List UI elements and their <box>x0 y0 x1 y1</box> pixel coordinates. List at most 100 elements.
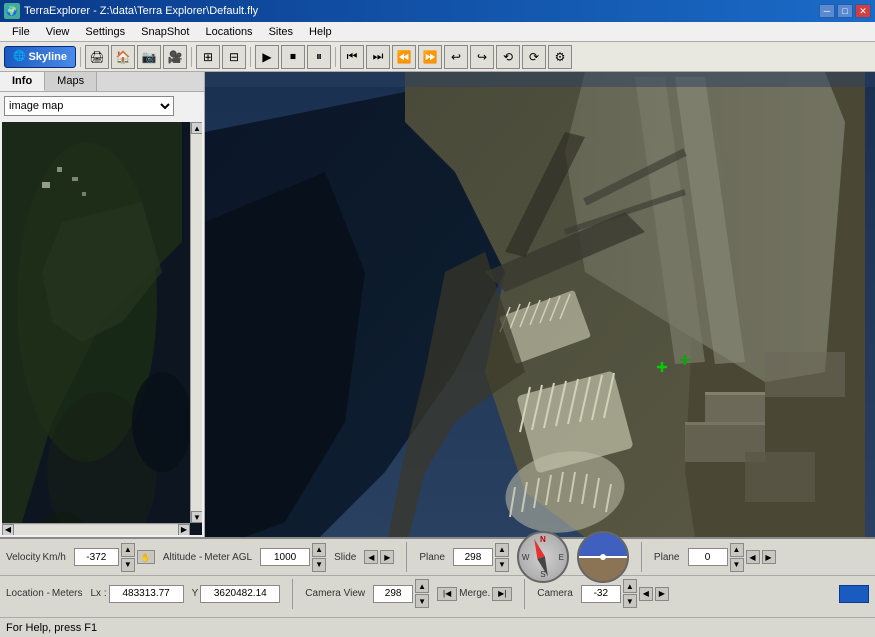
map-type-select[interactable]: image map topographic street map <box>4 96 174 116</box>
scroll-down-button[interactable]: ▼ <box>191 511 202 523</box>
slide-right[interactable]: ▶ <box>380 550 394 564</box>
location-unit: Meters <box>52 588 83 599</box>
toolbar-separator-3 <box>250 47 251 67</box>
velocity-up[interactable]: ▲ <box>121 543 135 557</box>
toolbar-separator-4 <box>335 47 336 67</box>
play-button[interactable]: ▶ <box>255 45 279 69</box>
camera-input[interactable] <box>581 585 621 603</box>
nav-btn-5[interactable]: ↩ <box>444 45 468 69</box>
y-group: Y <box>192 585 281 603</box>
plane2-up[interactable]: ▲ <box>730 543 744 557</box>
lx-input[interactable] <box>109 585 184 603</box>
camera-up[interactable]: ▲ <box>623 579 637 593</box>
plane2-extra2[interactable]: ▶ <box>762 550 776 564</box>
velocity-down[interactable]: ▼ <box>121 558 135 572</box>
menubar-item-file[interactable]: File <box>4 25 38 39</box>
tabs-row: Info Maps <box>0 72 204 92</box>
maximize-button[interactable]: □ <box>837 4 853 18</box>
square-btn-2[interactable]: ⊟ <box>222 45 246 69</box>
camera-view-down[interactable]: ▼ <box>415 594 429 608</box>
plane1-up[interactable]: ▲ <box>495 543 509 557</box>
plane2-input[interactable] <box>688 548 728 566</box>
merge-label: Merge. <box>459 588 490 599</box>
camera-button[interactable]: 📷 <box>137 45 161 69</box>
skyline-button[interactable]: 🌐 Skyline <box>4 46 76 68</box>
nav-btn-7[interactable]: ⟲ <box>496 45 520 69</box>
camera-view-spinners: ▲ ▼ <box>415 579 429 608</box>
plane2-extra1[interactable]: ◀ <box>746 550 760 564</box>
camera-group: Camera <box>537 588 573 599</box>
nav-btn-2[interactable]: ⏭ <box>366 45 390 69</box>
camera-view-label: Camera View <box>305 588 365 599</box>
minimize-button[interactable]: ─ <box>819 4 835 18</box>
left-panel: Info Maps image map topographic street m… <box>0 72 205 537</box>
location-group: Location - Meters <box>6 588 82 599</box>
controls-row1: Velocity Km/h ▲ ▼ ✋ Altitude - Meter AGL… <box>0 539 875 575</box>
plane2-label: Plane <box>654 552 680 563</box>
skyline-label: Skyline <box>28 51 67 63</box>
scroll-up-button[interactable]: ▲ <box>191 122 202 134</box>
video-button[interactable]: 🎥 <box>163 45 187 69</box>
velocity-label: Velocity <box>6 552 40 563</box>
lx-label: Lx : <box>90 588 106 599</box>
menubar-item-locations[interactable]: Locations <box>197 25 260 39</box>
tab-info[interactable]: Info <box>0 72 45 91</box>
plane1-spinners: ▲ ▼ <box>495 543 509 572</box>
app-icon: 🌍 <box>4 3 20 19</box>
camera-view-input[interactable] <box>373 585 413 603</box>
nav-btn-4[interactable]: ⏩ <box>418 45 442 69</box>
3d-viewport[interactable] <box>205 72 875 537</box>
plane2-spinners: ▲ ▼ <box>730 543 744 572</box>
stop-button[interactable]: ⏹ <box>281 45 305 69</box>
menubar-item-help[interactable]: Help <box>301 25 340 39</box>
menubar-item-settings[interactable]: Settings <box>77 25 133 39</box>
scroll-right-button[interactable]: ▶ <box>178 524 190 536</box>
merge-left[interactable]: |◀ <box>437 587 457 601</box>
altitude-down[interactable]: ▼ <box>312 558 326 572</box>
nav-btn-3[interactable]: ⏪ <box>392 45 416 69</box>
camera-down[interactable]: ▼ <box>623 594 637 608</box>
location-label: Location - <box>6 588 50 599</box>
y-input[interactable] <box>200 585 280 603</box>
camera-extra1[interactable]: ◀ <box>639 587 653 601</box>
nav-btn-6[interactable]: ↪ <box>470 45 494 69</box>
merge-right[interactable]: ▶| <box>492 587 512 601</box>
map-preview: ▲ ▼ ◀ ▶ <box>2 122 202 535</box>
altitude-up[interactable]: ▲ <box>312 543 326 557</box>
altitude-spinners: ▲ ▼ <box>312 543 326 572</box>
pause-button[interactable]: ⏸ <box>307 45 331 69</box>
plane1-input[interactable] <box>453 548 493 566</box>
altitude-input[interactable] <box>260 548 310 566</box>
map-scrollbar-vertical[interactable]: ▲ ▼ <box>190 122 202 523</box>
velocity-input[interactable] <box>74 548 119 566</box>
plane2-down[interactable]: ▼ <box>730 558 744 572</box>
nav-btn-8[interactable]: ⟳ <box>522 45 546 69</box>
square-btn-1[interactable]: ⊞ <box>196 45 220 69</box>
map-type-row: image map topographic street map <box>0 92 204 120</box>
toolbar: 🌐 Skyline 🖨 🏠 📷 🎥 ⊞ ⊟ ▶ ⏹ ⏸ ⏮ ⏭ ⏪ ⏩ ↩ ↪ … <box>0 42 875 72</box>
nav-btn-1[interactable]: ⏮ <box>340 45 364 69</box>
map-scrollbar-horizontal[interactable]: ◀ ▶ <box>2 523 190 535</box>
bottom-controls: Velocity Km/h ▲ ▼ ✋ Altitude - Meter AGL… <box>0 537 875 617</box>
scroll-left-button[interactable]: ◀ <box>2 524 14 536</box>
camera-extra2[interactable]: ▶ <box>655 587 669 601</box>
plane1-down[interactable]: ▼ <box>495 558 509 572</box>
home-button[interactable]: 🏠 <box>111 45 135 69</box>
title-text: TerraExplorer - Z:\data\Terra Explorer\D… <box>24 5 819 17</box>
camera-view-up[interactable]: ▲ <box>415 579 429 593</box>
slide-left[interactable]: ◀ <box>364 550 378 564</box>
nav-btn-9[interactable]: ⚙ <box>548 45 572 69</box>
menubar-item-view[interactable]: View <box>38 25 78 39</box>
velocity-hand[interactable]: ✋ <box>137 550 155 564</box>
menubar-item-snapshot[interactable]: SnapShot <box>133 25 197 39</box>
divider-3 <box>292 579 293 609</box>
divider-4 <box>524 579 525 609</box>
velocity-input-group: ▲ ▼ ✋ <box>74 543 155 572</box>
velocity-group: Velocity Km/h <box>6 552 66 563</box>
close-button[interactable]: ✕ <box>855 4 871 18</box>
tab-maps[interactable]: Maps <box>45 72 97 91</box>
menubar-item-sites[interactable]: Sites <box>261 25 301 39</box>
compass-widget: N S W E <box>517 531 569 583</box>
print-button[interactable]: 🖨 <box>85 45 109 69</box>
toolbar-separator-1 <box>80 47 81 67</box>
